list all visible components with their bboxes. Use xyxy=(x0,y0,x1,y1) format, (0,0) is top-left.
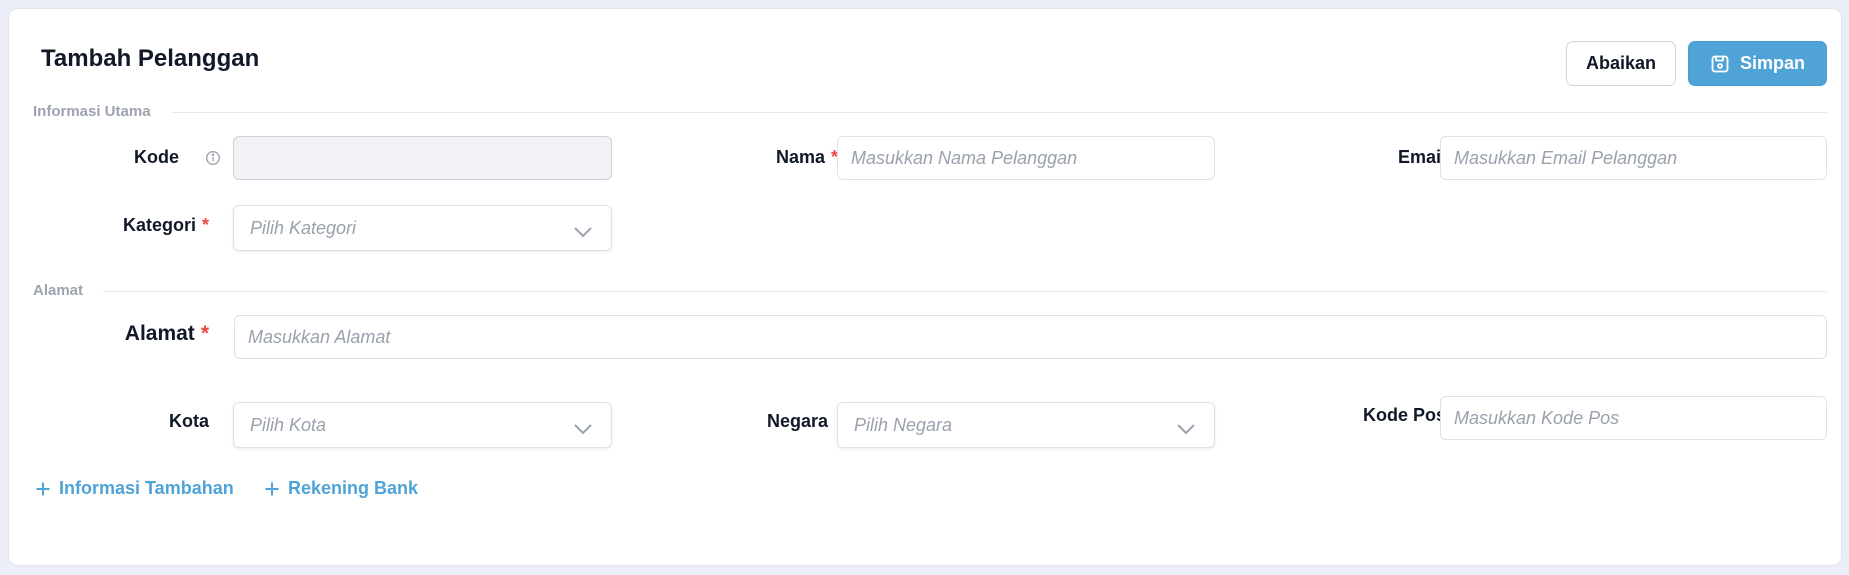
kode-pos-placeholder: Masukkan Kode Pos xyxy=(1454,407,1620,428)
kota-placeholder: Pilih Kota xyxy=(250,414,327,435)
kategori-required-marker: * xyxy=(201,215,209,235)
kategori-select[interactable]: Pilih Kategori xyxy=(233,205,612,251)
kategori-label: Kategori xyxy=(122,215,196,235)
nama-label: Nama xyxy=(775,147,825,167)
email-label: Email xyxy=(1397,147,1446,167)
customer-form-card: Tambah Pelanggan Abaikan Simpan Informas… xyxy=(8,8,1842,566)
chevron-down-icon xyxy=(573,222,593,243)
kode-field[interactable] xyxy=(233,136,612,180)
nama-label-group: Nama * xyxy=(776,147,838,168)
section-divider-main xyxy=(171,112,1827,113)
kode-label-group: Kode xyxy=(134,147,179,168)
plus-icon xyxy=(264,481,280,497)
chevron-down-icon xyxy=(573,419,593,440)
alamat-label: Alamat xyxy=(124,322,195,345)
nama-input[interactable]: Masukkan Nama Pelanggan xyxy=(837,136,1215,180)
section-divider-address xyxy=(103,291,1827,292)
email-placeholder: Masukkan Email Pelanggan xyxy=(1454,147,1678,168)
page-title: Tambah Pelanggan xyxy=(41,45,260,72)
negara-placeholder: Pilih Negara xyxy=(854,414,953,435)
kode-pos-label: Kode Pos xyxy=(1362,405,1446,425)
save-icon xyxy=(1710,54,1730,74)
nama-placeholder: Masukkan Nama Pelanggan xyxy=(851,147,1078,168)
kode-pos-input[interactable]: Masukkan Kode Pos xyxy=(1440,396,1827,440)
kategori-placeholder: Pilih Kategori xyxy=(250,217,357,238)
kategori-label-group: Kategori * xyxy=(123,215,209,236)
kode-label: Kode xyxy=(134,147,179,167)
kota-select[interactable]: Pilih Kota xyxy=(233,402,612,448)
add-bank-account-link[interactable]: Rekening Bank xyxy=(264,478,418,499)
add-additional-info-link[interactable]: Informasi Tambahan xyxy=(35,478,234,499)
cancel-button-label: Abaikan xyxy=(1585,53,1657,73)
email-label-group: Email xyxy=(1398,147,1446,168)
cancel-button[interactable]: Abaikan xyxy=(1566,41,1676,86)
alamat-required-marker: * xyxy=(200,322,209,345)
save-button[interactable]: Simpan xyxy=(1688,41,1827,86)
kota-label: Kota xyxy=(169,411,209,431)
additional-info-label: Informasi Tambahan xyxy=(59,478,234,498)
kota-label-group: Kota xyxy=(169,411,209,432)
alamat-input[interactable]: Masukkan Alamat xyxy=(234,315,1827,359)
save-button-label: Simpan xyxy=(1739,53,1805,73)
info-icon[interactable] xyxy=(205,150,221,171)
section-label-main-info: Informasi Utama xyxy=(33,103,151,120)
chevron-down-icon xyxy=(1176,419,1196,440)
negara-label-group: Negara xyxy=(767,411,828,432)
alamat-label-group: Alamat * xyxy=(125,322,209,346)
alamat-placeholder: Masukkan Alamat xyxy=(248,326,391,347)
plus-icon xyxy=(35,481,51,497)
section-label-address: Alamat xyxy=(33,282,84,299)
negara-select[interactable]: Pilih Negara xyxy=(837,402,1215,448)
negara-label: Negara xyxy=(766,411,828,431)
bank-account-label: Rekening Bank xyxy=(288,478,419,498)
kode-pos-label-group: Kode Pos xyxy=(1363,405,1446,426)
email-input[interactable]: Masukkan Email Pelanggan xyxy=(1440,136,1827,180)
